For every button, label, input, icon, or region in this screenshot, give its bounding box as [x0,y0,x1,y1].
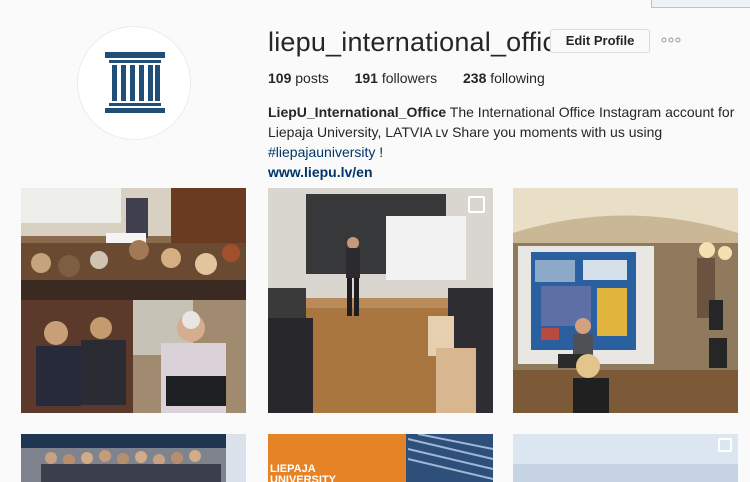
bio-website-link[interactable]: www.liepu.lv/en [268,162,738,182]
more-options-icon[interactable] [660,30,684,50]
followers-count: 191 [354,70,378,86]
profile-header: liepu_international_office Edit Profile … [0,0,750,180]
post-thumbnail[interactable] [513,434,738,482]
profile-stats: 109 posts 191 followers 238 following [268,70,567,86]
posts-label: posts [295,70,329,86]
post-thumbnail[interactable] [21,188,246,413]
post-thumbnail[interactable] [268,188,493,413]
post-overlay-label: LIEPAJA UNIVERSITY [270,463,337,482]
profile-username: liepu_international_office [268,27,572,57]
following-count: 238 [463,70,487,86]
profile-avatar[interactable] [77,26,191,140]
post-thumbnail[interactable]: LIEPAJA UNIVERSITY [268,434,493,482]
university-building-icon [105,52,165,113]
profile-bio: LiepU_International_Office The Internati… [268,102,738,182]
followers-label: followers [381,70,438,86]
following-label: following [490,70,545,86]
posts-count: 109 [268,70,292,86]
followers-stat[interactable]: 191 followers [355,70,438,86]
bio-name: LiepU_International_Office [268,104,447,120]
bio-hashtag-link[interactable]: #liepajauniversity [268,144,375,160]
post-thumbnail[interactable] [513,188,738,413]
posts-stat: 109 posts [268,70,329,86]
multiple-photos-icon [718,438,732,452]
post-thumbnail[interactable] [21,434,246,482]
edit-profile-button[interactable]: Edit Profile [550,29,650,53]
bio-text-end: ! [375,144,384,160]
multiple-photos-icon [468,196,485,213]
following-stat[interactable]: 238 following [463,70,545,86]
